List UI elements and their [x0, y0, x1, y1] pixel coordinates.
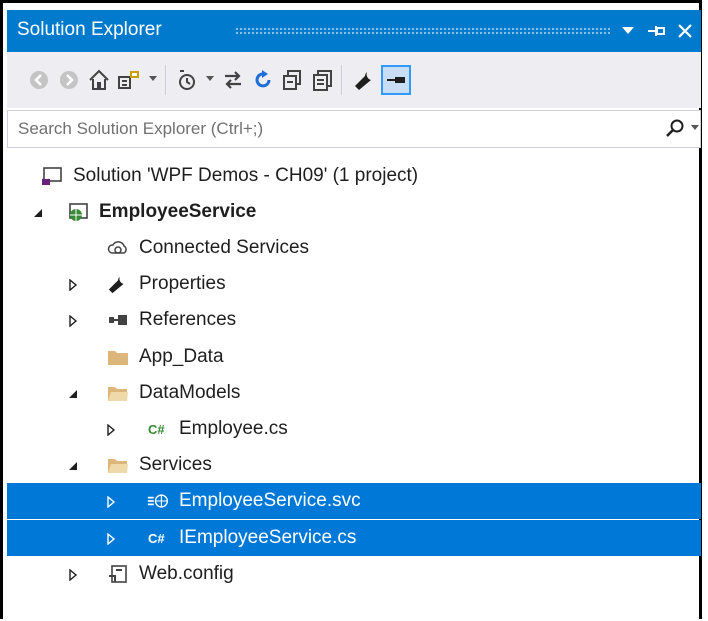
config-file-icon — [107, 563, 129, 585]
collapsed-arrow-icon[interactable] — [105, 532, 117, 546]
connected-services-icon — [107, 237, 129, 259]
title-drag-grip[interactable] — [235, 27, 610, 35]
toolbar-separator — [165, 65, 166, 95]
toolbar — [7, 52, 701, 108]
csharp-file-icon: C# — [147, 418, 169, 440]
tree-item[interactable]: Solution 'WPF Demos - CH09' (1 project) — [7, 158, 701, 194]
wrench-icon — [107, 273, 129, 295]
switch-views-dropdown-icon[interactable] — [149, 76, 157, 81]
collapsed-arrow-icon[interactable] — [67, 314, 79, 328]
switch-views-icon[interactable] — [115, 65, 143, 95]
expanded-arrow-icon[interactable] — [67, 387, 79, 399]
preview-selected-items-icon[interactable] — [381, 65, 411, 95]
svg-text:C#: C# — [148, 422, 165, 437]
search-input[interactable] — [18, 117, 618, 141]
collapsed-arrow-icon[interactable] — [67, 278, 79, 292]
folder-open-icon — [107, 454, 129, 476]
tree-item[interactable]: Web.config — [7, 556, 701, 592]
web-project-icon — [67, 201, 89, 223]
refresh-icon[interactable] — [249, 65, 277, 95]
toolbar-separator — [341, 65, 342, 95]
tree-item[interactable]: DataModels — [7, 375, 701, 411]
tree-item-label: Web.config — [139, 563, 234, 584]
tree-item-label: Properties — [139, 273, 226, 294]
tree-item-label: EmployeeService — [99, 201, 257, 222]
tree-item[interactable]: C# Employee.cs — [7, 411, 701, 447]
back-icon[interactable] — [25, 65, 53, 95]
svg-text:C#: C# — [148, 531, 165, 546]
tree-item-label: Services — [139, 454, 212, 475]
tree-item-label: App_Data — [139, 346, 224, 367]
expanded-arrow-icon[interactable] — [32, 206, 44, 218]
csharp-file-icon: C# — [147, 527, 169, 549]
search-icon[interactable] — [664, 118, 688, 140]
references-icon — [107, 309, 129, 331]
sync-with-active-document-icon[interactable] — [219, 65, 247, 95]
tree-item-label: Solution 'WPF Demos - CH09' (1 project) — [73, 165, 419, 186]
collapsed-arrow-icon[interactable] — [67, 568, 79, 582]
tree-item[interactable]: EmployeeService — [7, 194, 701, 230]
tree-item[interactable]: Connected Services — [7, 230, 701, 266]
title-bar[interactable]: Solution Explorer — [7, 10, 701, 52]
pending-changes-filter-icon[interactable] — [173, 65, 201, 95]
folder-icon — [107, 346, 129, 368]
tree-item[interactable]: C# IEmployeeService.cs — [7, 520, 701, 556]
tree-item-label: Connected Services — [139, 237, 310, 258]
tree-item[interactable]: App_Data — [7, 339, 701, 375]
tree-item[interactable]: Properties — [7, 266, 701, 302]
expanded-arrow-icon[interactable] — [67, 459, 79, 471]
tree-item[interactable]: Services — [7, 447, 701, 483]
tree-item-label: Employee.cs — [179, 418, 288, 439]
tree-item-label: DataModels — [139, 382, 241, 403]
collapsed-arrow-icon[interactable] — [105, 495, 117, 509]
search-box[interactable] — [7, 110, 701, 148]
properties-icon[interactable] — [351, 65, 379, 95]
folder-open-icon — [107, 382, 129, 404]
collapse-all-icon[interactable] — [279, 65, 307, 95]
collapsed-arrow-icon[interactable] — [105, 423, 117, 437]
pin-icon[interactable] — [643, 17, 669, 45]
tree-item-label: EmployeeService.svc — [179, 490, 361, 511]
filter-dropdown-icon[interactable] — [206, 76, 214, 81]
search-options-dropdown-icon[interactable] — [691, 125, 699, 130]
panel-title: Solution Explorer — [17, 19, 162, 40]
close-icon[interactable] — [673, 17, 697, 45]
show-all-files-icon[interactable] — [309, 65, 337, 95]
tree-item-label: References — [139, 309, 237, 330]
tree-item[interactable]: References — [7, 302, 701, 338]
tree-item[interactable]: EmployeeService.svc — [7, 483, 701, 519]
dropdown-icon[interactable] — [617, 17, 639, 45]
tree-item-label: IEmployeeService.cs — [179, 527, 357, 548]
home-icon[interactable] — [85, 65, 113, 95]
forward-icon[interactable] — [55, 65, 83, 95]
solution-icon — [41, 165, 63, 187]
wcf-service-icon — [147, 490, 169, 512]
